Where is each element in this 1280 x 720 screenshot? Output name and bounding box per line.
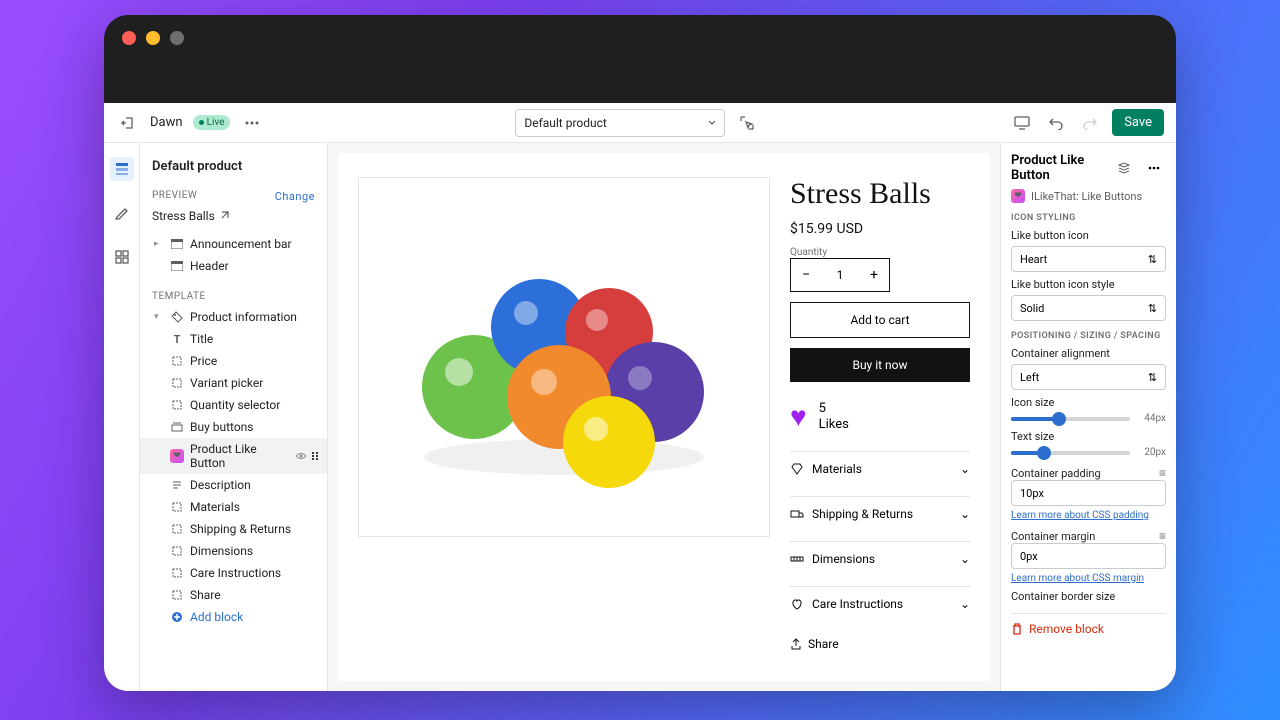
product-price: $15.99 USD — [790, 221, 970, 237]
window-close-icon[interactable] — [122, 31, 136, 45]
template-dropdown[interactable]: Default product — [515, 109, 725, 137]
block-dimensions[interactable]: Dimensions — [140, 540, 327, 562]
like-style-label: Like button icon style — [1011, 278, 1166, 291]
icon-size-slider[interactable] — [1011, 417, 1130, 421]
like-icon-select[interactable]: Heart⇅ — [1011, 246, 1166, 272]
like-widget[interactable]: ♥ 5 Likes — [790, 392, 970, 441]
quantity-value: 1 — [821, 268, 859, 282]
icon-size-value: 44px — [1136, 413, 1166, 424]
section-product-information[interactable]: ▾ Product information — [140, 306, 327, 328]
like-label: Likes — [819, 417, 849, 433]
rail-apps[interactable] — [110, 245, 134, 269]
quantity-stepper: − 1 + — [790, 258, 890, 292]
border-label: Container border size — [1011, 590, 1166, 603]
live-badge: Live — [193, 115, 231, 130]
app-attribution[interactable]: ❤ ILikeThat: Like Buttons — [1011, 189, 1166, 203]
redo-button — [1078, 111, 1102, 135]
quantity-label: Quantity — [790, 247, 970, 258]
quantity-increase[interactable]: + — [859, 267, 889, 283]
add-to-cart-button[interactable]: Add to cart — [790, 302, 970, 338]
like-style-select[interactable]: Solid⇅ — [1011, 295, 1166, 321]
window-minimize-icon[interactable] — [146, 31, 160, 45]
preview-pane: Stress Balls $15.99 USD Quantity − 1 + A… — [328, 143, 1000, 691]
accordion-materials[interactable]: Materials ⌄ — [790, 451, 970, 486]
block-share[interactable]: Share — [140, 584, 327, 606]
block-price[interactable]: Price — [140, 350, 327, 372]
chevron-down-icon: ⌄ — [960, 507, 970, 521]
quantity-decrease[interactable]: − — [791, 267, 821, 283]
accordion-shipping[interactable]: Shipping & Returns ⌄ — [790, 496, 970, 531]
text-size-label: Text size — [1011, 430, 1166, 443]
settings-panel: Product Like Button ❤ ILikeThat: Like Bu… — [1000, 143, 1176, 691]
section-header[interactable]: Header — [140, 255, 327, 277]
settings-stack-icon[interactable] — [1112, 156, 1136, 180]
top-toolbar: Dawn Live Default product — [104, 103, 1176, 143]
sidebar-title: Default product — [140, 155, 327, 186]
icon-size-label: Icon size — [1011, 396, 1166, 409]
chevron-down-icon: ⌄ — [960, 597, 970, 611]
block-shipping-returns[interactable]: Shipping & Returns — [140, 518, 327, 540]
section-icon-styling: ICON STYLING — [1011, 213, 1166, 223]
margin-expand-icon[interactable]: ≡ — [1159, 529, 1166, 543]
product-image — [358, 177, 770, 537]
block-product-like-button[interactable]: ❤ Product Like Button — [140, 438, 327, 474]
align-label: Container alignment — [1011, 347, 1166, 360]
text-size-slider[interactable] — [1011, 451, 1130, 455]
desktop-view-button[interactable] — [1010, 111, 1034, 135]
eye-icon[interactable] — [295, 451, 307, 461]
change-preview-link[interactable]: Change — [275, 190, 315, 203]
heart-icon: ♥ — [790, 400, 807, 433]
template-label: TEMPLATE — [152, 291, 206, 302]
block-quantity-selector[interactable]: Quantity selector — [140, 394, 327, 416]
block-buy-buttons[interactable]: Buy buttons — [140, 416, 327, 438]
padding-input[interactable] — [1011, 480, 1166, 506]
block-description[interactable]: Description — [140, 474, 327, 496]
block-materials[interactable]: Materials — [140, 496, 327, 518]
accordion-dimensions[interactable]: Dimensions ⌄ — [790, 541, 970, 576]
left-rail — [104, 143, 140, 691]
drag-icon[interactable] — [311, 451, 319, 461]
share-button[interactable]: Share — [790, 631, 970, 651]
preview-product-link[interactable]: Stress Balls — [140, 207, 327, 233]
padding-expand-icon[interactable]: ≡ — [1159, 466, 1166, 480]
undo-button[interactable] — [1044, 111, 1068, 135]
window-maximize-icon[interactable] — [170, 31, 184, 45]
text-size-value: 20px — [1136, 447, 1166, 458]
buy-now-button[interactable]: Buy it now — [790, 348, 970, 382]
margin-input[interactable] — [1011, 543, 1166, 569]
block-care-instructions[interactable]: Care Instructions — [140, 562, 327, 584]
like-count: 5 — [819, 401, 849, 417]
align-select[interactable]: Left⇅ — [1011, 364, 1166, 390]
rail-theme-settings[interactable] — [110, 201, 134, 225]
settings-title: Product Like Button — [1011, 153, 1112, 183]
chevron-down-icon: ⌄ — [960, 462, 970, 476]
remove-block-button[interactable]: Remove block — [1011, 613, 1166, 644]
rail-sections[interactable] — [110, 157, 134, 181]
exit-editor-button[interactable] — [116, 111, 140, 135]
product-title: Stress Balls — [790, 177, 970, 211]
inspector-button[interactable] — [735, 111, 759, 135]
add-block-button[interactable]: Add block — [140, 606, 327, 628]
window-titlebar — [104, 15, 1176, 75]
padding-help-link[interactable]: Learn more about CSS padding — [1011, 510, 1149, 521]
save-button[interactable]: Save — [1112, 109, 1164, 136]
block-title[interactable]: TTitle — [140, 328, 327, 350]
settings-more-icon[interactable] — [1142, 156, 1166, 180]
chevron-down-icon: ⌄ — [960, 552, 970, 566]
block-variant-picker[interactable]: Variant picker — [140, 372, 327, 394]
more-button[interactable] — [240, 111, 264, 135]
like-icon-label: Like button icon — [1011, 229, 1166, 242]
section-announcement-bar[interactable]: ▸ Announcement bar — [140, 233, 327, 255]
margin-help-link[interactable]: Learn more about CSS margin — [1011, 573, 1144, 584]
section-positioning: POSITIONING / SIZING / SPACING — [1011, 331, 1166, 341]
sections-sidebar: Default product PREVIEW Change Stress Ba… — [140, 143, 328, 691]
padding-label: Container padding — [1011, 467, 1101, 480]
accordion-care[interactable]: Care Instructions ⌄ — [790, 586, 970, 621]
margin-label: Container margin — [1011, 530, 1095, 543]
preview-label: PREVIEW — [152, 190, 197, 203]
theme-name: Dawn — [150, 115, 183, 130]
template-dropdown-value: Default product — [524, 116, 607, 130]
